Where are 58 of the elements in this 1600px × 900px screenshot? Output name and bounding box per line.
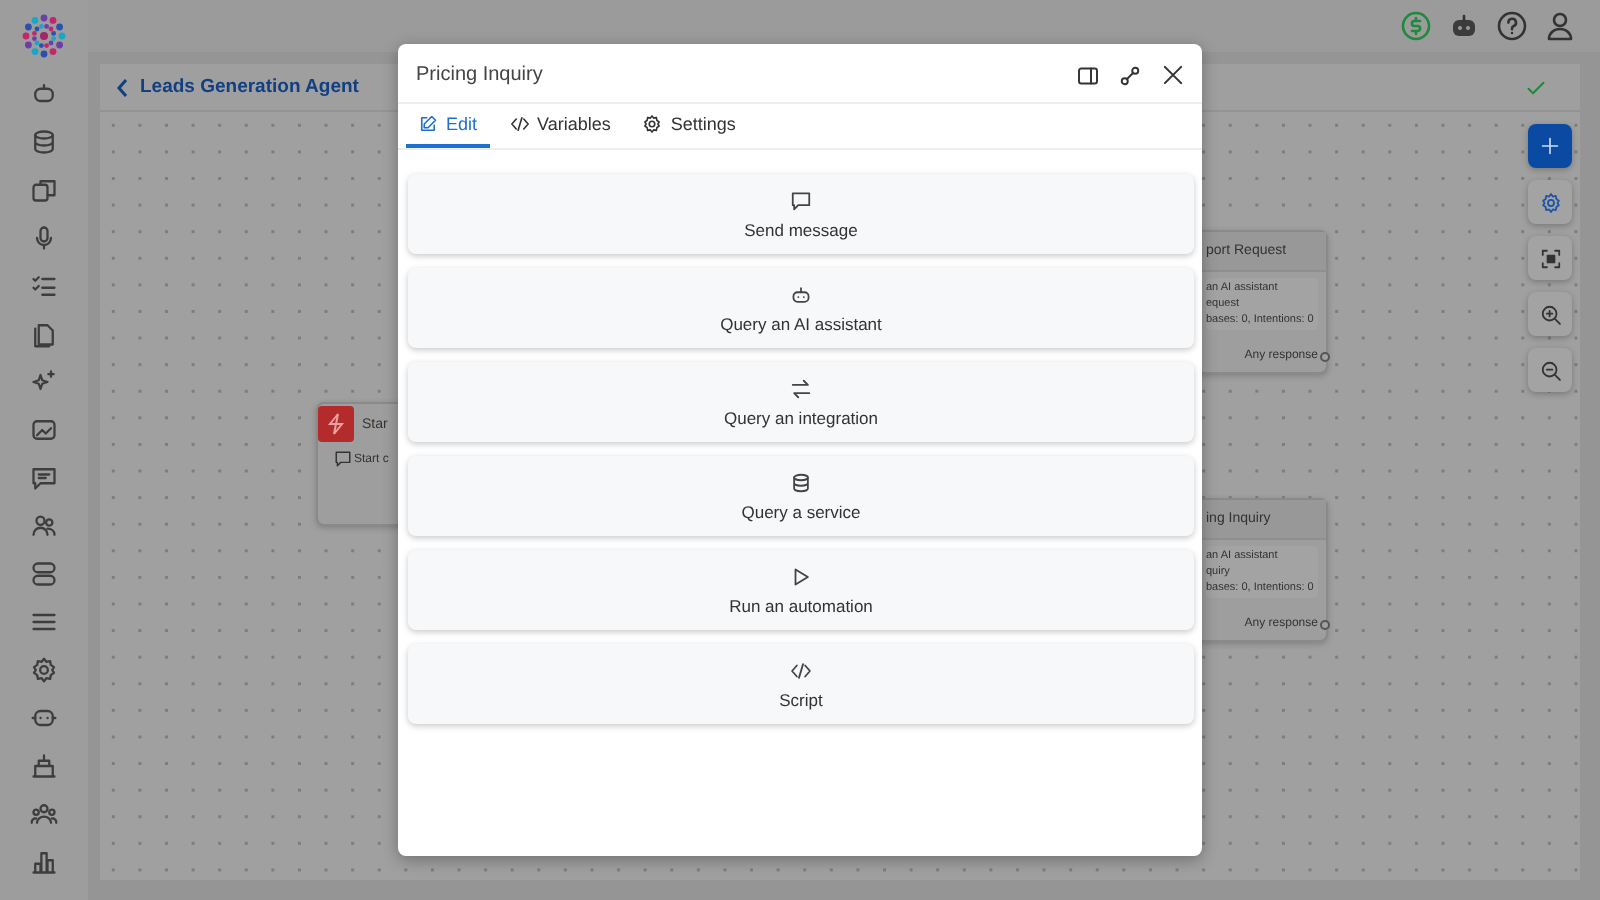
tab[interactable]: Edit (406, 104, 490, 148)
chart-image-icon[interactable] (30, 416, 58, 444)
documents-icon[interactable] (30, 320, 58, 348)
message-icon (334, 450, 352, 468)
output-port[interactable] (1320, 351, 1330, 361)
plus-icon (1540, 136, 1560, 156)
chat-icon[interactable] (30, 464, 58, 492)
fit-view-button[interactable] (1528, 236, 1572, 280)
robot-icon[interactable] (30, 80, 58, 108)
action-card[interactable]: Query an AI assistant (408, 268, 1194, 348)
action-card[interactable]: Send message (408, 174, 1194, 254)
zoom-out-button[interactable] (1528, 348, 1572, 392)
action-card[interactable]: Run an automation (408, 550, 1194, 630)
settings-icon (642, 114, 663, 134)
robot-icon[interactable] (1448, 10, 1480, 42)
tab[interactable]: Settings (630, 104, 748, 148)
play-icon (790, 565, 812, 587)
robot-icon (790, 283, 812, 305)
action-card[interactable]: Script (408, 644, 1194, 724)
checklist-icon[interactable] (30, 272, 58, 300)
database-icon (790, 471, 812, 493)
team-icon[interactable] (30, 800, 58, 828)
logo-icon[interactable] (20, 12, 68, 60)
user-icon[interactable] (1544, 10, 1576, 42)
chevron-left-icon (116, 77, 130, 97)
back-link[interactable]: Leads Generation Agent (116, 76, 359, 98)
action-card[interactable]: Query a service (408, 456, 1194, 536)
swap-arrows-icon (790, 377, 812, 399)
settings-button[interactable] (1528, 180, 1572, 224)
help-icon[interactable] (1496, 10, 1528, 42)
settings-icon[interactable] (30, 656, 58, 684)
message-icon (790, 189, 812, 211)
side-panel-icon[interactable] (1076, 63, 1100, 87)
fit-view-icon (1539, 247, 1561, 269)
edit-icon (418, 114, 438, 134)
microphone-icon[interactable] (30, 224, 58, 252)
zoom-out-icon (1539, 359, 1561, 381)
link-icon[interactable] (1118, 63, 1142, 87)
menu-icon[interactable] (30, 608, 58, 636)
dialog-title: Pricing Inquiry (416, 64, 543, 86)
output-port[interactable] (1320, 619, 1330, 629)
add-button[interactable] (1528, 124, 1572, 168)
server-icon[interactable] (30, 560, 58, 588)
close-icon[interactable] (1160, 62, 1186, 88)
code-icon (790, 659, 812, 681)
action-card[interactable]: Query an integration (408, 362, 1194, 442)
zoom-in-button[interactable] (1528, 292, 1572, 336)
lightning-icon (318, 406, 354, 442)
copy-icon[interactable] (30, 176, 58, 204)
users-icon[interactable] (30, 512, 58, 540)
settings-icon (1539, 191, 1561, 213)
robot-head-icon[interactable] (30, 704, 58, 732)
zoom-in-icon (1539, 303, 1561, 325)
bar-chart-icon[interactable] (30, 848, 58, 876)
tab[interactable]: Variables (497, 104, 623, 148)
sparkles-icon[interactable] (30, 368, 58, 396)
database-icon[interactable] (30, 128, 58, 156)
code-icon (509, 114, 530, 134)
